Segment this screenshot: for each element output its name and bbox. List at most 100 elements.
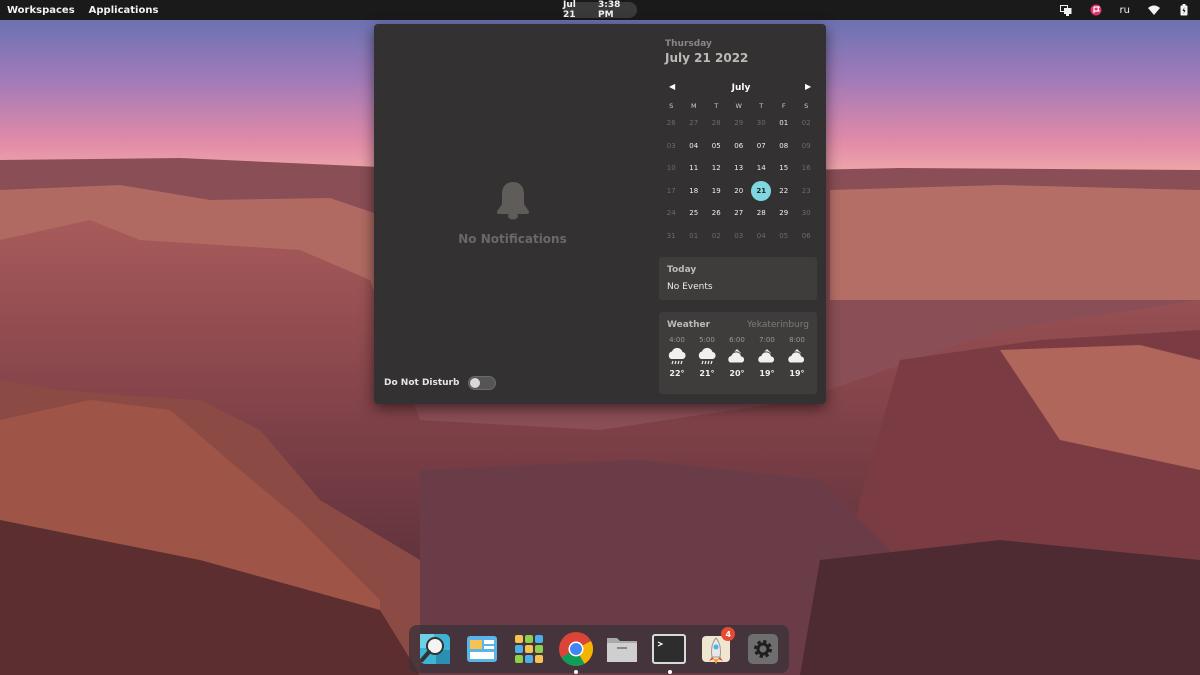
empty-notifications: No Notifications: [374, 180, 651, 246]
calendar-day[interactable]: 29: [728, 119, 751, 127]
calendar-day[interactable]: 19: [705, 187, 728, 195]
chrome-icon[interactable]: [556, 629, 595, 674]
no-notifications-label: No Notifications: [458, 232, 567, 246]
calendar-day[interactable]: 06: [795, 232, 818, 240]
calendar-day[interactable]: 29: [773, 209, 796, 217]
calendar-day-headers: SMTWTFS: [660, 100, 818, 112]
calendar-day[interactable]: 23: [795, 187, 818, 195]
date-menu-popover: No Notifications Do Not Disturb Thursday…: [374, 24, 826, 404]
do-not-disturb-label: Do Not Disturb: [384, 378, 460, 388]
calendar-day[interactable]: 03: [728, 232, 751, 240]
day-header: F: [781, 102, 786, 110]
rain-cloud-icon: [662, 347, 692, 369]
weather-hour-temp: 22°: [669, 369, 685, 378]
weather-hour: 7:00 19°: [752, 336, 782, 378]
calendar-day[interactable]: 07: [750, 142, 773, 150]
calendar-day[interactable]: 05: [705, 142, 728, 150]
calendar-day[interactable]: 08: [773, 142, 796, 150]
events-body: No Events: [667, 282, 713, 292]
weather-title: Weather: [667, 320, 711, 330]
calendar-grid: S M T W T F S 26 27 28 29 30 01 02 03 04 05 06 07 08 09 10 11 1…: [660, 100, 818, 247]
partly-cloudy-icon: [752, 347, 782, 369]
calendar-day[interactable]: 04: [750, 232, 773, 240]
calendar-week: 24 25 26 27 28 29 30: [660, 202, 818, 225]
calendar-day[interactable]: 05: [773, 232, 796, 240]
calendar-day[interactable]: 30: [750, 119, 773, 127]
calendar-day[interactable]: 04: [683, 142, 706, 150]
calendar-header: ◀ July ▶: [665, 82, 811, 94]
clock-date: Jul 21: [563, 0, 576, 20]
calendar-day[interactable]: 31: [660, 232, 683, 240]
weather-hour: 5:00 21°: [692, 336, 722, 378]
display-icon[interactable]: [1059, 4, 1072, 16]
calendar-day[interactable]: 24: [660, 209, 683, 217]
calendar-day[interactable]: 01: [683, 232, 706, 240]
day-header: W: [735, 102, 742, 110]
calendar-week: 31 01 02 03 04 05 06: [660, 225, 818, 248]
next-month-button[interactable]: ▶: [805, 82, 811, 91]
calendar-day[interactable]: 27: [683, 119, 706, 127]
weather-hour: 6:00 20°: [722, 336, 752, 378]
today-highlight: 21: [751, 180, 772, 201]
weather-hour-time: 7:00: [759, 336, 775, 344]
calendar-day[interactable]: 16: [795, 164, 818, 172]
calendar-day[interactable]: 02: [795, 119, 818, 127]
calendar-day[interactable]: 20: [728, 187, 751, 195]
app-center-icon[interactable]: [463, 629, 502, 669]
weather-hour-temp: 21°: [699, 369, 715, 378]
calendar-week: 10 11 12 13 14 15 16: [660, 157, 818, 180]
calendar-day[interactable]: 30: [795, 209, 818, 217]
calendar-day[interactable]: 17: [660, 187, 683, 195]
do-not-disturb-row: Do Not Disturb: [384, 376, 497, 390]
calendar-day[interactable]: 28: [750, 209, 773, 217]
settings-icon[interactable]: [743, 629, 782, 669]
workspaces-button[interactable]: Workspaces: [7, 5, 75, 16]
day-header: T: [714, 102, 719, 110]
calendar-day[interactable]: 14: [750, 164, 773, 172]
calendar-day[interactable]: 15: [773, 164, 796, 172]
weather-city: Yekaterinburg: [746, 320, 809, 330]
flag-icon[interactable]: [1090, 4, 1102, 16]
calendar-day[interactable]: 18: [683, 187, 706, 195]
search-app-icon[interactable]: [416, 629, 455, 669]
notifications-pane: No Notifications Do Not Disturb: [374, 24, 651, 404]
dock: 4: [409, 625, 789, 674]
calendar-day[interactable]: 13: [728, 164, 751, 172]
calendar-week: 26 27 28 29 30 01 02: [660, 112, 818, 135]
calendar-day-today[interactable]: 21: [750, 180, 773, 201]
events-card: Today No Events: [659, 257, 817, 300]
calendar-day[interactable]: 12: [705, 164, 728, 172]
calendar-day[interactable]: 28: [705, 119, 728, 127]
calendar-day[interactable]: 26: [705, 209, 728, 217]
keyboard-layout-indicator[interactable]: ru: [1120, 5, 1130, 16]
day-header: T: [759, 102, 764, 110]
rain-cloud-icon: [692, 347, 722, 369]
day-header: S: [669, 102, 674, 110]
applications-button[interactable]: Applications: [89, 5, 159, 16]
calendar-day[interactable]: 27: [728, 209, 751, 217]
calendar-day[interactable]: 03: [660, 142, 683, 150]
calendar-day[interactable]: 02: [705, 232, 728, 240]
calendar-day[interactable]: 25: [683, 209, 706, 217]
calendar-day[interactable]: 26: [660, 119, 683, 127]
weather-hour-temp: 19°: [789, 369, 805, 378]
weather-hour-temp: 20°: [729, 369, 745, 378]
do-not-disturb-switch[interactable]: [468, 376, 497, 390]
calendar-day[interactable]: 22: [773, 187, 796, 195]
battery-icon[interactable]: [1178, 4, 1190, 16]
launcher-rocket-icon[interactable]: 4: [697, 627, 736, 669]
files-icon[interactable]: [603, 629, 642, 669]
full-date-label: July 21 2022: [665, 51, 749, 65]
weather-hour: 4:00 22°: [662, 336, 692, 378]
clock-button[interactable]: Jul 21 3:38 PM: [563, 0, 637, 20]
terminal-icon[interactable]: [650, 629, 689, 674]
wifi-icon[interactable]: [1148, 4, 1160, 16]
calendar-day[interactable]: 11: [683, 164, 706, 172]
weather-card[interactable]: Weather Yekaterinburg 4:00 22° 5:00 21° 6:00…: [659, 312, 817, 394]
calendar-day[interactable]: 09: [795, 142, 818, 150]
calendar-day[interactable]: 06: [728, 142, 751, 150]
calendar-day[interactable]: 01: [773, 119, 796, 127]
app-grid-icon[interactable]: [510, 629, 549, 669]
partly-cloudy-icon: [722, 347, 752, 369]
calendar-day[interactable]: 10: [660, 164, 683, 172]
